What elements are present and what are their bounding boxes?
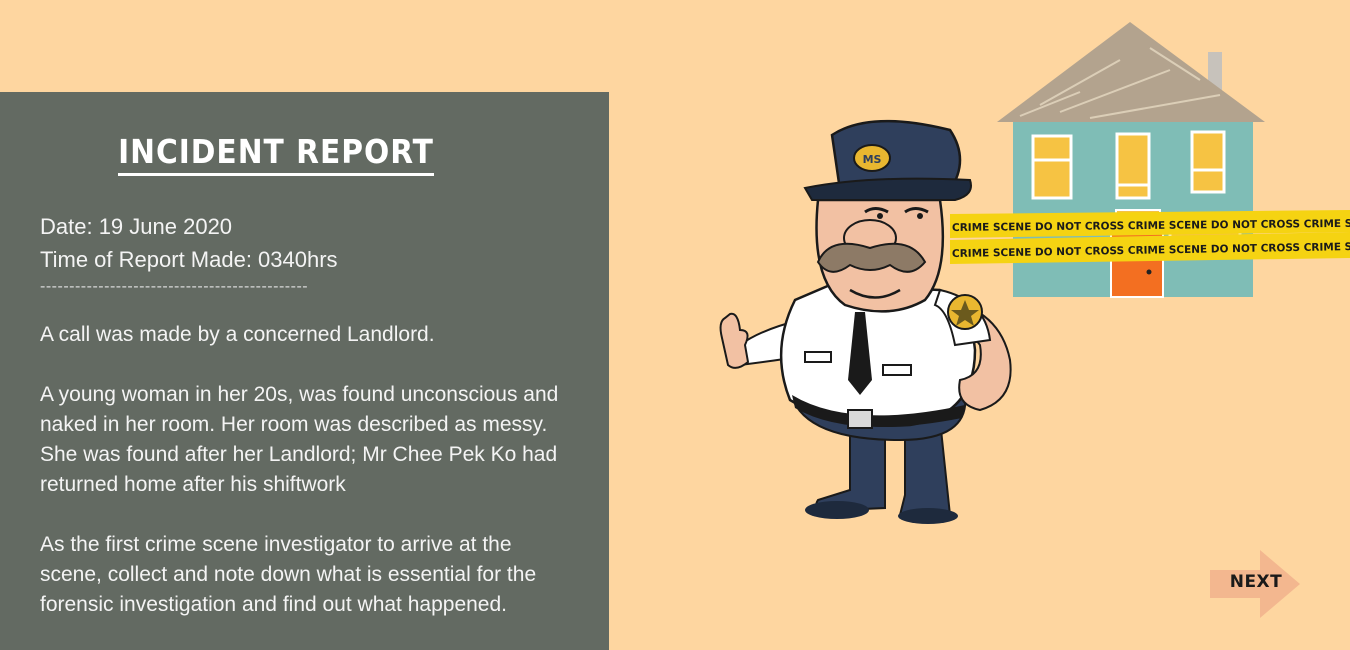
report-date: Date: 19 June 2020 bbox=[40, 214, 233, 239]
police-officer-illustration: MS bbox=[719, 119, 1012, 524]
svg-text:MS: MS bbox=[863, 153, 882, 166]
crime-scene-illustration: CRIME SCENE DO NOT CROSS CRIME SCENE DO … bbox=[719, 22, 1350, 524]
report-meta: Date: 19 June 2020 Time of Report Made: … bbox=[40, 210, 338, 276]
next-label: NEXT bbox=[1229, 572, 1283, 592]
report-body: A call was made by a concerned Landlord.… bbox=[40, 320, 570, 650]
incident-report-panel: INCIDENT REPORT Date: 19 June 2020 Time … bbox=[0, 92, 609, 650]
report-time: Time of Report Made: 0340hrs bbox=[40, 247, 338, 272]
report-paragraph: A young woman in her 20s, was found unco… bbox=[40, 383, 559, 496]
crime-scene-tape: CRIME SCENE DO NOT CROSS CRIME SCENE DO … bbox=[950, 210, 1350, 264]
report-paragraph: As the first crime scene investigator to… bbox=[40, 533, 537, 616]
report-paragraph: A call was made by a concerned Landlord. bbox=[40, 323, 435, 346]
next-button[interactable]: NEXT bbox=[1210, 548, 1302, 620]
report-title: INCIDENT REPORT bbox=[0, 132, 552, 176]
report-divider: ----------------------------------------… bbox=[40, 278, 309, 295]
